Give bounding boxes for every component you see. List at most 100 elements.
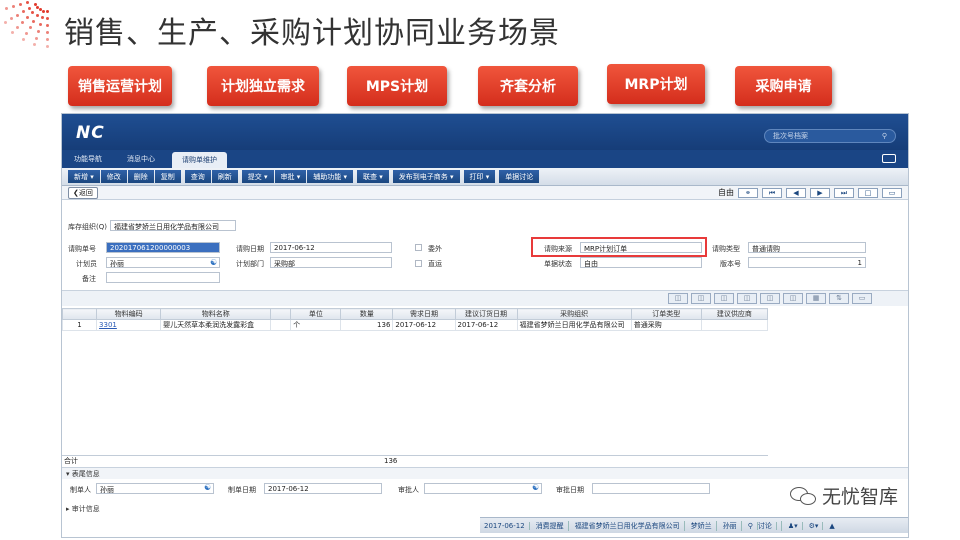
delete-button[interactable]: 删除 xyxy=(127,170,154,183)
col-header: 物料编码 xyxy=(96,308,162,320)
link-query-button[interactable]: 联查 ▾ xyxy=(357,170,389,183)
decor-dot xyxy=(21,38,25,42)
approver-label: 审批人 xyxy=(398,486,419,494)
edit-button[interactable]: 修改 xyxy=(100,170,127,183)
source-label: 请购来源 xyxy=(544,245,572,253)
prev-record-icon[interactable]: ◀ xyxy=(786,187,806,198)
approve-button[interactable]: 审批 ▾ xyxy=(274,170,307,183)
sort-icon[interactable]: ⇅ xyxy=(829,293,849,304)
type-label: 请购类型 xyxy=(712,245,740,253)
query-button[interactable]: 查询 xyxy=(184,170,211,183)
decor-dot xyxy=(46,38,49,41)
tab-purchase-request[interactable]: 请购单维护 xyxy=(172,152,227,168)
direct-ship-label: 直运 xyxy=(428,260,442,268)
copy-line-icon[interactable]: ◫ xyxy=(737,293,757,304)
req-date-label: 请购日期 xyxy=(236,245,264,253)
mode-label: 自由 xyxy=(718,188,734,197)
creator-field[interactable]: 孙丽 xyxy=(96,483,214,494)
add-line-icon[interactable]: ◫ xyxy=(668,293,688,304)
decor-dot xyxy=(36,29,40,33)
user-icon[interactable]: ♟▾ xyxy=(788,521,803,530)
source-field[interactable]: MRP计划订单 xyxy=(580,242,702,253)
add-button[interactable]: 新增 ▾ xyxy=(68,170,100,183)
attach-icon[interactable]: ⚭ xyxy=(738,187,758,198)
delete-line-icon[interactable]: ◫ xyxy=(714,293,734,304)
refresh-button[interactable]: 刷新 xyxy=(211,170,238,183)
remark-field[interactable] xyxy=(106,272,220,283)
slide-title: 销售、生产、采购计划协同业务场景 xyxy=(64,16,560,51)
outsource-label: 委外 xyxy=(428,245,442,253)
collapse-up-icon[interactable]: ▲ xyxy=(829,522,838,530)
col-header: 采购组织 xyxy=(516,308,632,320)
creator-ref-icon[interactable]: ☯ xyxy=(204,483,211,492)
assist-button[interactable]: 辅助功能 ▾ xyxy=(307,170,353,183)
copy-button[interactable]: 复制 xyxy=(154,170,181,183)
direct-ship-checkbox[interactable] xyxy=(415,260,422,267)
publish-ecommerce-button[interactable]: 发布到电子商务 ▾ xyxy=(392,170,460,183)
nav-item-messages[interactable]: 消息中心 xyxy=(127,154,155,164)
step-kitting-analysis-button[interactable]: 齐套分析 xyxy=(478,66,578,106)
planner-ref-icon[interactable]: ☯ xyxy=(210,258,217,267)
req-date-field[interactable]: 2017-06-12 xyxy=(270,242,392,253)
decor-dot xyxy=(46,10,49,13)
paste-end-icon[interactable]: ◫ xyxy=(783,293,803,304)
card-view-icon[interactable]: ▭ xyxy=(882,187,902,198)
status-user: 孙丽 xyxy=(723,520,742,531)
first-record-icon[interactable]: ⏮ xyxy=(762,187,782,198)
approver-ref-icon[interactable]: ☯ xyxy=(532,483,539,492)
toggle-panel-icon[interactable]: ▭ xyxy=(852,293,872,304)
tail-section-header[interactable]: ▾ 表尾信息 xyxy=(62,467,908,479)
create-date-field[interactable]: 2017-06-12 xyxy=(264,483,382,494)
type-field[interactable]: 普通请购 xyxy=(748,242,866,253)
dept-label: 计划部门 xyxy=(236,260,264,268)
discussion-link[interactable]: ⚲ 讨论 xyxy=(747,520,782,531)
save-icon[interactable]: □ xyxy=(858,187,878,198)
last-record-icon[interactable]: ⏭ xyxy=(834,187,854,198)
remark-label: 备注 xyxy=(82,275,96,283)
grid-view-icon[interactable]: ▦ xyxy=(806,293,826,304)
create-date-label: 制单日期 xyxy=(228,486,256,494)
step-purchase-request-button[interactable]: 采购申请 xyxy=(735,66,832,106)
back-button[interactable]: ❮返回 xyxy=(68,186,98,199)
print-button[interactable]: 打印 ▾ xyxy=(463,170,496,183)
decor-dot xyxy=(9,17,13,20)
col-header xyxy=(62,308,98,320)
submit-button[interactable]: 提交 ▾ xyxy=(241,170,274,183)
nc-logo: NC xyxy=(76,123,105,143)
planner-field[interactable]: 孙丽 xyxy=(106,257,220,268)
help-icon[interactable]: ⚙▾ xyxy=(809,521,824,530)
items-table: 物料编码 物料名称 单位 数量 需求日期 建议订货日期 采购组织 订单类型 建议… xyxy=(62,308,769,331)
step-sales-ops-plan-button[interactable]: 销售运营计划 xyxy=(68,66,172,106)
grid-toolbar: ◫ ◫ ◫ ◫ ◫ ◫ ▦ ⇅ ▭ xyxy=(62,290,908,306)
approve-date-field[interactable] xyxy=(592,483,710,494)
req-no-field[interactable]: 202017061200000003 xyxy=(106,242,220,253)
version-field: 1 xyxy=(748,257,866,268)
decor-dot xyxy=(46,45,49,48)
planner-label: 计划员 xyxy=(76,260,97,268)
insert-line-icon[interactable]: ◫ xyxy=(691,293,711,304)
approver-field[interactable] xyxy=(424,483,542,494)
decor-dot xyxy=(12,5,16,9)
status-org: 福建省梦娇兰日用化学品有限公司 xyxy=(575,520,685,531)
discussion-button[interactable]: 单据讨论 xyxy=(499,170,540,183)
app-header: NC 批次号档案 ⚲ xyxy=(62,114,908,150)
decor-dot xyxy=(38,23,42,27)
table-row[interactable]: 1 3301 婴儿天然草本柔润洗发露彩盒 个 136 2017-06-12 20… xyxy=(62,319,769,331)
step-mrp-plan-button[interactable]: MRP计划 xyxy=(607,64,705,104)
dept-field[interactable]: 采购部 xyxy=(270,257,392,268)
org-field[interactable]: 福建省梦娇兰日用化学品有限公司 xyxy=(110,220,236,231)
paste-line-icon[interactable]: ◫ xyxy=(760,293,780,304)
step-independent-demand-button[interactable]: 计划独立需求 xyxy=(207,66,319,106)
material-code-link[interactable]: 3301 xyxy=(96,319,162,331)
approve-date-label: 审批日期 xyxy=(556,486,584,494)
next-record-icon[interactable]: ▶ xyxy=(810,187,830,198)
audit-section-header[interactable]: ▸ 审计信息 xyxy=(62,503,908,515)
status-reminder[interactable]: 消费提醒 xyxy=(536,520,569,531)
step-mps-plan-button[interactable]: MPS计划 xyxy=(347,66,447,106)
status-bar: 2017-06-12 消费提醒 福建省梦娇兰日用化学品有限公司 梦娇兰 孙丽 ⚲… xyxy=(480,517,908,533)
outsource-checkbox[interactable] xyxy=(415,244,422,251)
search-input[interactable]: 批次号档案 ⚲ xyxy=(764,129,896,143)
search-icon[interactable]: ⚲ xyxy=(882,132,887,140)
nav-item-function[interactable]: 功能导航 xyxy=(74,154,102,164)
window-menu-icon[interactable] xyxy=(882,154,896,163)
